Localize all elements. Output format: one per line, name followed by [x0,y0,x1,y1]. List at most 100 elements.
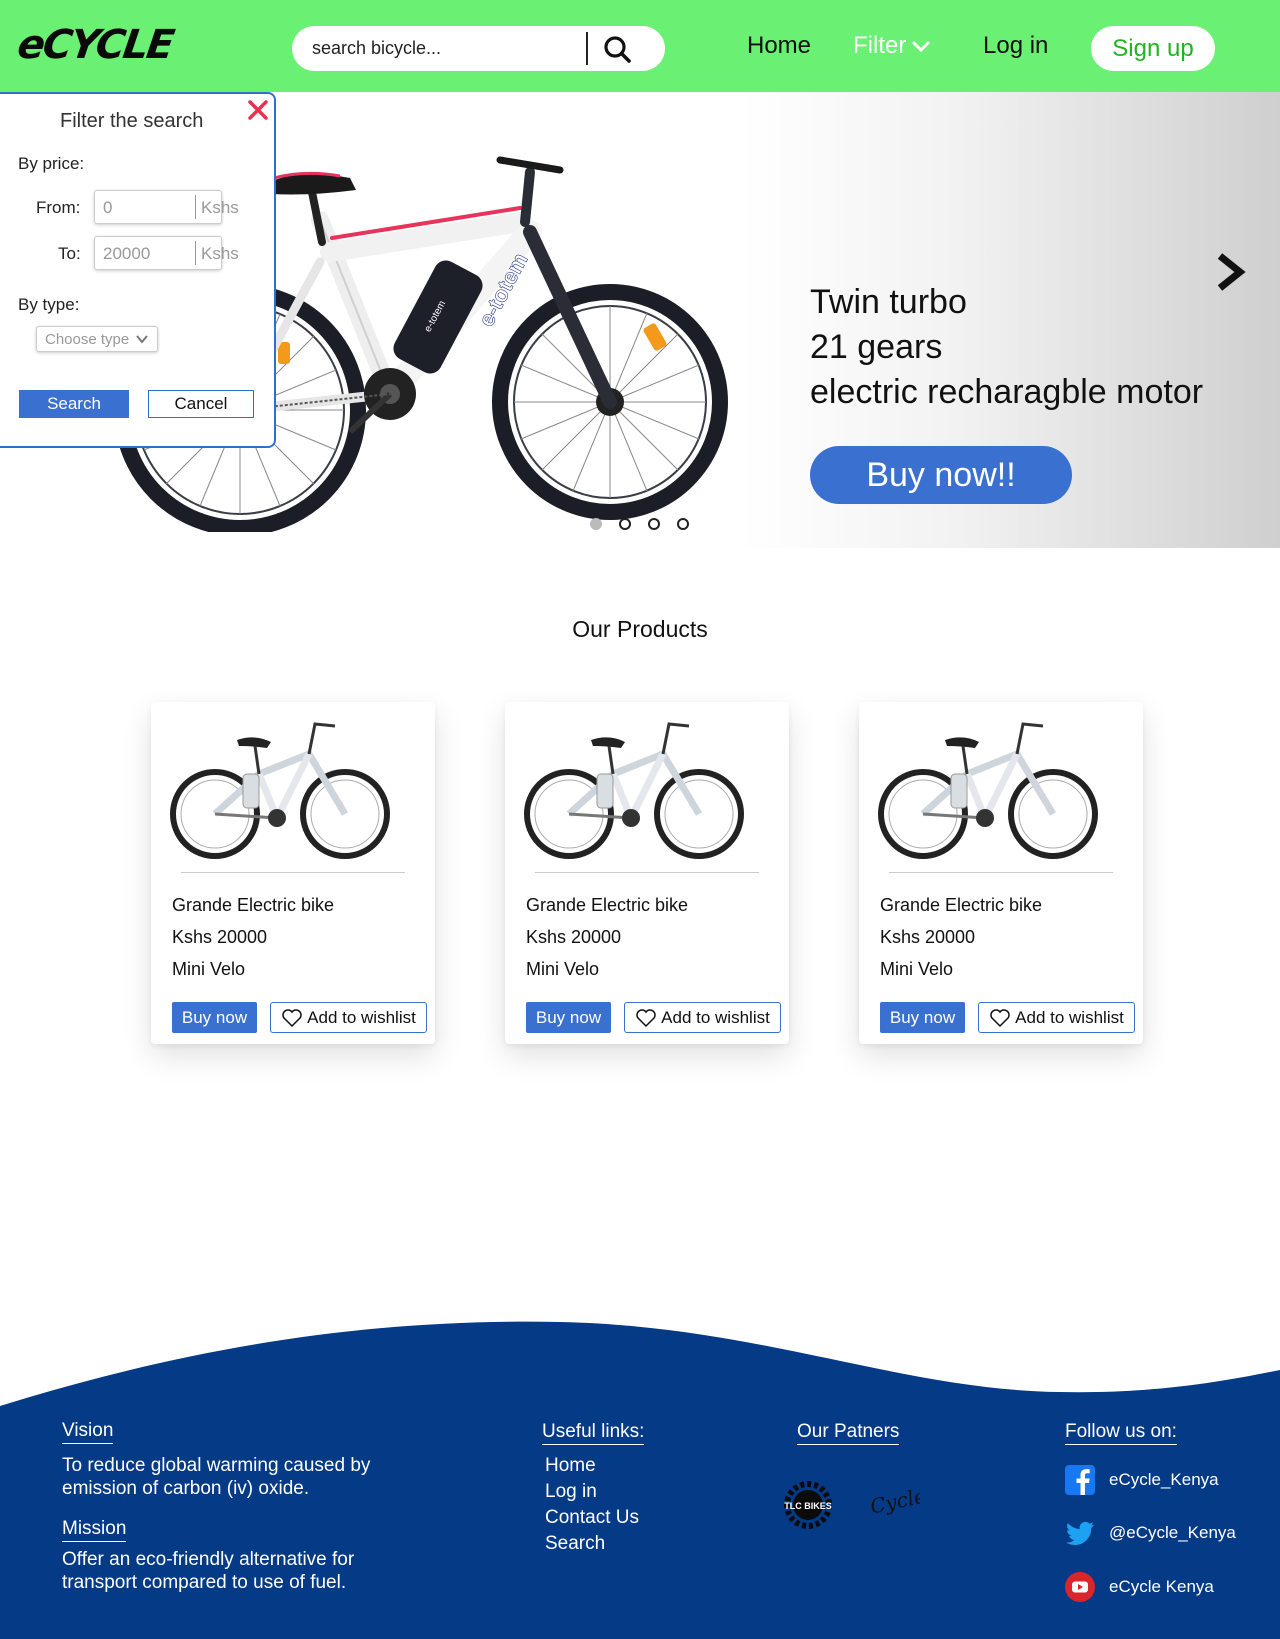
logo[interactable]: eCYCLE [15,22,176,68]
from-label: From: [36,198,81,217]
hero-headline: Twin turbo 21 gears electric recharagble… [810,280,1203,415]
price-from-field: Kshs [94,190,239,224]
add-to-wishlist-button[interactable]: Add to wishlist [624,1002,781,1033]
product-price: Kshs 20000 [526,927,622,947]
product-image [170,722,390,859]
cycle-script-logo-text: Cycle [868,1483,920,1518]
youtube-icon [1065,1572,1095,1602]
product-type: Mini Velo [880,959,954,979]
search-icon[interactable] [602,34,632,64]
buy-now-button[interactable]: Buy now [880,1002,965,1033]
close-icon[interactable] [246,98,270,122]
price-to-input[interactable] [103,243,191,265]
facebook-link[interactable]: eCycle_Kenya [1065,1465,1219,1495]
product-card: Grande Electric bike Kshs 20000 Mini Vel… [505,702,789,1044]
cycle-script-logo[interactable]: Cycle [866,1482,920,1522]
hero-line-3: electric recharagble motor [810,373,1204,411]
card-divider [535,872,759,873]
wishlist-label: Add to wishlist [661,1007,770,1027]
price-from-input[interactable] [103,197,191,219]
products-title: Our Products [572,616,708,642]
footer-link-contact[interactable]: Contact Us [545,1507,639,1529]
search-divider [586,32,588,65]
footer-link-home[interactable]: Home [545,1455,596,1477]
tlc-bikes-logo-text: TLC BIKES [784,1501,832,1511]
footer: Vision To reduce global warming caused b… [0,1300,1280,1639]
card-divider [889,872,1113,873]
nav-filter-label: Filter [853,32,907,59]
product-type: Mini Velo [526,959,600,979]
filter-title: Filter the search [60,110,204,132]
signup-button[interactable]: Sign up [1091,26,1215,71]
add-to-wishlist-button[interactable]: Add to wishlist [978,1002,1135,1033]
vision-text: To reduce global warming caused by emiss… [62,1455,371,1499]
facebook-icon [1065,1465,1095,1495]
nav-filter-dropdown[interactable]: Filter [853,32,932,60]
price-to-field: Kshs [94,236,239,270]
top-navbar: eCYCLE Home Filter Log in Sign up [0,0,1280,92]
footer-link-login[interactable]: Log in [545,1481,597,1503]
wishlist-label: Add to wishlist [307,1007,416,1027]
chevron-down-icon [136,335,149,344]
hero-line-2: 21 gears [810,328,943,366]
carousel-dot-3[interactable] [648,518,660,530]
filter-search-button[interactable]: Search [19,390,129,418]
chevron-right-icon[interactable] [1212,250,1248,294]
vision-heading: Vision [62,1420,114,1444]
search-bar [292,26,665,71]
product-image [524,722,744,859]
mission-heading: Mission [62,1518,127,1542]
carousel-dot-2[interactable] [619,518,631,530]
product-price: Kshs 20000 [172,927,268,947]
product-image [878,722,1098,859]
partners-heading: Our Patners [797,1421,900,1445]
by-type-label: By type: [18,295,80,314]
type-select[interactable]: Choose type [36,326,158,352]
product-card: Grande Electric bike Kshs 20000 Mini Vel… [859,702,1143,1044]
nav-home-link[interactable]: Home [747,32,811,60]
hero-buy-now-button[interactable]: Buy now!! [810,446,1072,504]
wishlist-label: Add to wishlist [1015,1007,1124,1027]
to-label: To: [58,244,81,263]
price-from-unit: Kshs [201,198,239,217]
price-to-divider [195,241,196,265]
nav-login-link[interactable]: Log in [983,32,1048,60]
product-card: Grande Electric bike Kshs 20000 Mini Vel… [151,702,435,1044]
search-input[interactable] [312,26,572,71]
heart-icon [282,1008,302,1027]
twitter-icon [1065,1521,1094,1545]
mission-text: Offer an eco-friendly alternative for tr… [62,1549,355,1593]
youtube-handle: eCycle Kenya [1109,1577,1214,1596]
heart-icon [990,1008,1010,1027]
carousel-dots [590,518,689,530]
type-select-value: Choose type [45,330,130,348]
product-name: Grande Electric bike [880,895,1043,915]
chevron-down-icon [912,40,931,53]
product-price: Kshs 20000 [880,927,976,947]
by-price-label: By price: [18,154,85,173]
youtube-link[interactable]: eCycle Kenya [1065,1572,1214,1602]
carousel-dot-1[interactable] [590,518,602,530]
twitter-link[interactable]: @eCycle_Kenya [1065,1518,1236,1548]
product-name: Grande Electric bike [526,895,689,915]
filter-panel: Filter the search By price: From: Kshs T… [0,92,276,448]
buy-now-button[interactable]: Buy now [172,1002,257,1033]
product-name: Grande Electric bike [172,895,335,915]
add-to-wishlist-button[interactable]: Add to wishlist [270,1002,427,1033]
product-type: Mini Velo [172,959,246,979]
heart-icon [636,1008,656,1027]
follow-heading: Follow us on: [1065,1421,1177,1445]
footer-link-search[interactable]: Search [545,1533,605,1555]
twitter-handle: @eCycle_Kenya [1109,1523,1236,1542]
hero-line-1: Twin turbo [810,283,967,321]
tlc-bikes-logo[interactable]: TLC BIKES [780,1480,836,1530]
price-to-unit: Kshs [201,244,239,263]
page: eCYCLE Home Filter Log in Sign up [0,0,1280,1639]
facebook-handle: eCycle_Kenya [1109,1470,1219,1489]
price-from-divider [195,195,196,219]
useful-links-heading: Useful links: [542,1421,645,1445]
carousel-dot-4[interactable] [677,518,689,530]
buy-now-button[interactable]: Buy now [526,1002,611,1033]
card-divider [181,872,405,873]
filter-cancel-button[interactable]: Cancel [148,390,254,418]
